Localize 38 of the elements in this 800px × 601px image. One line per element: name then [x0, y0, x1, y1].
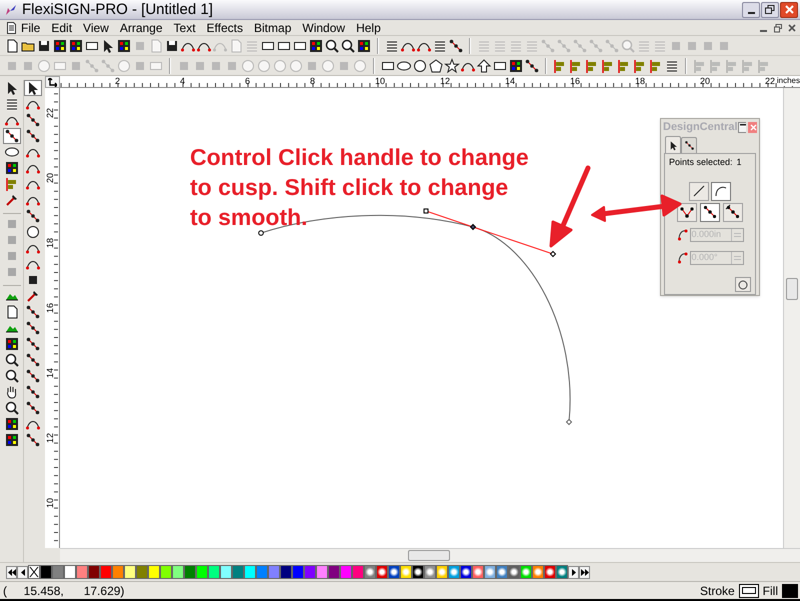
- ruler-label: 22: [765, 76, 776, 86]
- ruler-label: 2: [115, 76, 120, 86]
- annotation-line: to smooth.: [190, 203, 308, 232]
- menu-item[interactable]: Arrange: [120, 22, 163, 34]
- ruler-label: 12: [440, 76, 450, 86]
- menu-item[interactable]: Text: [174, 22, 196, 34]
- annotation-line: Control Click handle to change: [190, 143, 529, 172]
- menu-item[interactable]: Effects: [206, 22, 244, 34]
- menu-item[interactable]: View: [83, 22, 109, 34]
- menu-item[interactable]: Window: [302, 22, 346, 34]
- ruler-label: 16: [45, 303, 55, 313]
- menu-item[interactable]: Edit: [51, 22, 72, 34]
- points-selected-label: Points selected:: [669, 156, 733, 169]
- ruler-label: 4: [180, 76, 186, 86]
- ruler-label: 20: [45, 173, 55, 183]
- ruler-label: 16: [570, 76, 580, 86]
- fill-label: Fill: [762, 582, 778, 600]
- ruler-label: 8: [310, 76, 316, 86]
- ruler-label: 10: [45, 498, 55, 508]
- ruler-label: 10: [375, 76, 386, 86]
- menu-item[interactable]: Help: [356, 22, 381, 34]
- ruler-label: 22: [45, 108, 55, 118]
- ruler-label: 12: [45, 433, 55, 443]
- ruler-label: 14: [505, 76, 516, 86]
- points-selected-count: 1: [736, 156, 742, 169]
- ruler-label: 20: [700, 76, 710, 86]
- window-title: FlexiSIGN-PRO - [Untitled 1]: [22, 2, 213, 17]
- stroke-label: Stroke: [700, 582, 735, 600]
- menu-item[interactable]: Bitmap: [254, 22, 292, 34]
- menu-item[interactable]: File: [21, 22, 40, 34]
- ruler-label: 14: [45, 368, 55, 378]
- ruler-unit: inches: [776, 76, 800, 86]
- ruler-label: 18: [635, 76, 646, 86]
- cursor-coordinates: ( 15.458, 17.629): [3, 582, 124, 600]
- annotation-line: to cusp. Shift click to change: [190, 173, 508, 202]
- panel-title: DesignCentral: [663, 120, 738, 135]
- ruler-label: 6: [245, 76, 250, 86]
- ruler-label: 18: [45, 238, 55, 248]
